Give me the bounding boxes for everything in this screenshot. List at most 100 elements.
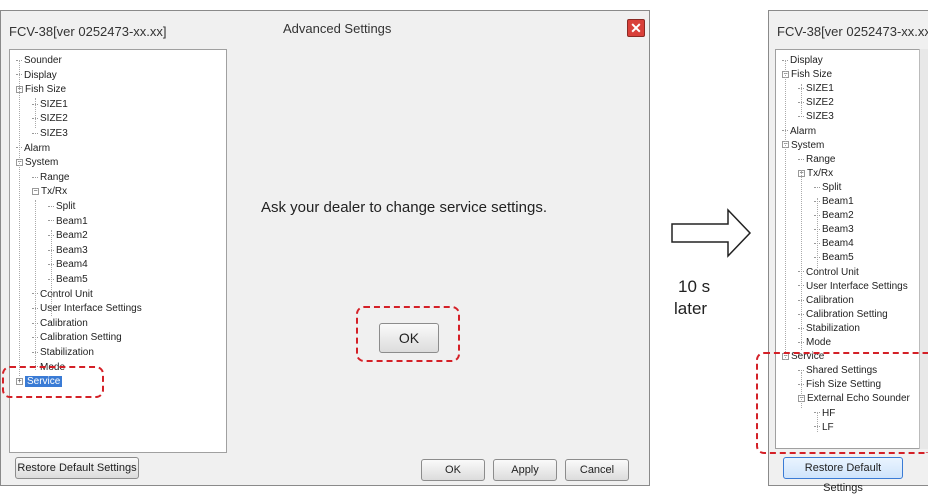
tree-connector [48, 205, 54, 207]
title-bar-later: FCV-38[ver 0252473-xx.xx [769, 11, 928, 49]
tree-connector [798, 116, 804, 118]
tree-item[interactable]: Calibration [32, 317, 88, 330]
tree-item[interactable]: Beam5 [48, 273, 88, 286]
tree-item-label: SIZE1 [40, 98, 68, 110]
tree-item-label: Beam4 [56, 259, 88, 271]
tree-item-label: Display [24, 69, 57, 81]
tree-item[interactable]: − Tx/Rx [32, 185, 67, 198]
tree-item[interactable]: Beam1 [48, 215, 88, 228]
tree-item-label: SIZE3 [40, 128, 68, 139]
tree-item[interactable]: Sounder [16, 54, 62, 67]
tree-guide-line [35, 98, 36, 128]
tree-item[interactable]: SIZE1 [32, 98, 68, 111]
tree-item-label: SIZE1 [806, 83, 834, 95]
collapse-icon[interactable]: − [32, 188, 39, 196]
tree-item[interactable]: SIZE2 [32, 112, 68, 125]
tree-guide-line [785, 60, 786, 360]
tree-item-label: SIZE3 [806, 111, 834, 123]
tree-item[interactable]: Calibration Setting [32, 331, 122, 344]
ok-button[interactable]: OK [421, 459, 485, 481]
tree-item[interactable]: Control Unit [798, 266, 859, 279]
tree-item-label: Fish Size [25, 84, 67, 96]
tree-item-label: Control Unit [40, 288, 93, 300]
tree-item[interactable]: Beam2 [814, 209, 854, 222]
tree-item-label: SIZE2 [40, 113, 68, 125]
tree-item[interactable]: SIZE3 [798, 110, 834, 123]
tree-item[interactable]: Stabilization [798, 322, 860, 335]
tree-item-label: Beam4 [822, 238, 854, 250]
tree-item[interactable]: Range [32, 171, 69, 184]
tree-item[interactable]: Calibration Setting [798, 308, 888, 321]
tree-connector [814, 186, 820, 188]
tree-item-label: Mode [806, 337, 832, 348]
tree-item-label: System [25, 157, 59, 169]
dialog-title: Advanced Settings [283, 21, 392, 36]
tree-item-label: Split [822, 181, 842, 193]
close-icon[interactable]: ✕ [627, 19, 645, 37]
tree-item-label: User Interface Settings [40, 303, 142, 315]
tree-item[interactable]: Beam3 [814, 223, 854, 236]
tree-item[interactable]: SIZE3 [32, 127, 68, 140]
transition-line1: 10 s [678, 277, 711, 296]
tree-item-label: System [791, 139, 825, 151]
tree-item-label: Calibration Setting [40, 332, 122, 344]
tree-item[interactable]: User Interface Settings [32, 302, 142, 315]
tree-item-label: Beam1 [822, 196, 854, 207]
tree-item[interactable]: Beam5 [814, 251, 854, 264]
tree-item[interactable]: Control Unit [32, 288, 93, 301]
tree-connector [48, 220, 54, 222]
app-title-later: FCV-38[ver 0252473-xx.xx [777, 24, 928, 39]
app-title: FCV-38[ver 0252473-xx.xx] [9, 24, 167, 39]
tree-item[interactable]: − Fish Size [782, 68, 832, 81]
tree-item-label: Beam3 [822, 224, 854, 236]
tree-item[interactable]: Split [48, 200, 75, 213]
tree-item[interactable]: User Interface Settings [798, 280, 908, 293]
tree-connector [32, 176, 38, 178]
tree-item[interactable]: Display [16, 69, 57, 82]
tree-item-label: Control Unit [806, 266, 859, 278]
tree-item[interactable]: Beam1 [814, 195, 854, 208]
tree-item[interactable]: SIZE1 [798, 82, 834, 95]
advanced-settings-window: FCV-38[ver 0252473-xx.xx] Advanced Setti… [0, 10, 650, 486]
tree-item[interactable]: Alarm [16, 142, 50, 155]
tree-item[interactable]: − System [16, 156, 58, 169]
tree-guide-line [801, 84, 802, 114]
service-expanded-highlight [756, 352, 928, 454]
tree-item-label: Split [56, 201, 76, 212]
tree-item[interactable]: Display [782, 54, 823, 67]
apply-button[interactable]: Apply [493, 459, 557, 481]
tree-item-label: Stabilization [806, 322, 860, 334]
tree-guide-line [801, 170, 802, 350]
tree-item[interactable]: − Fish Size [16, 83, 66, 96]
tree-item-label: Fish Size [791, 69, 833, 81]
tree-item[interactable]: − System [782, 139, 824, 152]
tree-item[interactable]: Beam2 [48, 229, 88, 242]
restore-default-button[interactable]: Restore Default Settings [15, 457, 139, 479]
tree-guide-line [51, 230, 52, 316]
cancel-button[interactable]: Cancel [565, 459, 629, 481]
title-bar: FCV-38[ver 0252473-xx.xx] Advanced Setti… [1, 11, 649, 49]
tree-item[interactable]: Beam3 [48, 244, 88, 257]
tree-item[interactable]: Stabilization [32, 346, 94, 359]
tree-guide-line [817, 198, 818, 268]
tree-item-label: Alarm [24, 142, 51, 154]
tree-item-label: Tx/Rx [807, 167, 834, 179]
tree-item[interactable]: Alarm [782, 125, 816, 138]
tree-item[interactable]: Range [798, 153, 835, 166]
tree-item-label: Beam2 [822, 210, 854, 222]
tree-item[interactable]: − Tx/Rx [798, 167, 833, 180]
tree-item-label: Beam3 [56, 244, 88, 256]
tree-item[interactable]: Mode [798, 336, 831, 349]
restore-default-button-later[interactable]: Restore Default Settings [783, 457, 903, 494]
tree-item-label: Beam5 [822, 252, 854, 264]
tree-item[interactable]: SIZE2 [798, 96, 834, 109]
tree-item-label: Beam1 [56, 215, 88, 227]
tree-item[interactable]: Beam4 [814, 237, 854, 250]
tree-item[interactable]: Calibration [798, 294, 854, 307]
tree-item[interactable]: Split [814, 181, 841, 194]
tree-item-label: Range [806, 153, 836, 165]
tree-item[interactable]: Beam4 [48, 258, 88, 271]
service-message: Ask your dealer to change service settin… [261, 199, 547, 216]
tree-item-label: Calibration [806, 294, 854, 306]
tree-item-label: Calibration Setting [806, 308, 888, 320]
